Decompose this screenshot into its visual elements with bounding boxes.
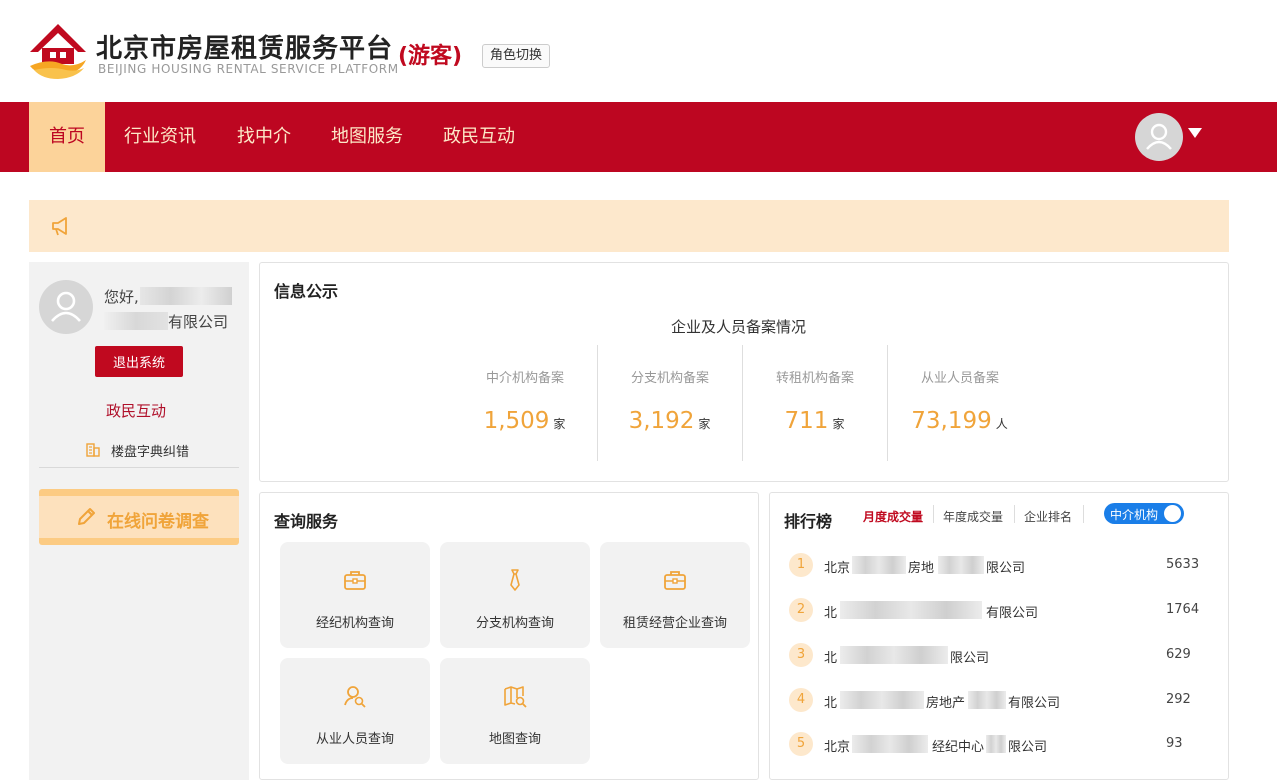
redacted-name	[840, 646, 948, 664]
nav-item-find-agent[interactable]: 找中介	[226, 102, 302, 172]
redacted-name	[840, 601, 982, 619]
rank-name-end: 有限公司	[986, 606, 1039, 621]
redacted-name	[968, 691, 1006, 709]
notice-bar	[29, 200, 1229, 252]
tile-label: 经纪机构查询	[315, 616, 394, 631]
nav-item-map-service[interactable]: 地图服务	[320, 102, 414, 172]
rank-number: 1	[789, 553, 813, 577]
tile-map-query[interactable]	[440, 658, 590, 764]
stat-label-sublease: 转租机构备案	[775, 371, 854, 386]
map-search-icon	[504, 686, 527, 708]
building-icon	[86, 443, 100, 457]
stat-divider	[887, 345, 888, 461]
tile-label: 从业人员查询	[315, 732, 394, 747]
role-switch-button[interactable]: 角色切换	[482, 44, 551, 68]
pencil-icon	[78, 508, 95, 525]
tab-divider	[1014, 505, 1015, 523]
online-survey-label: 在线问卷调查	[107, 512, 209, 532]
stat-value-agency: 1,509 家	[483, 408, 566, 434]
tie-icon	[510, 569, 520, 591]
rank-name-end: 限公司	[1008, 740, 1048, 755]
info-card-title: 信息公示	[274, 282, 339, 301]
tab-monthly-volume[interactable]: 月度成交量	[863, 508, 923, 525]
redacted-name	[938, 556, 984, 574]
main-nav: 首页 行业资讯 找中介 地图服务 政民互动	[0, 102, 1277, 172]
briefcase-icon	[664, 571, 686, 590]
stat-divider	[742, 345, 743, 461]
nav-item-home[interactable]: 首页	[29, 102, 105, 172]
greeting-text: 您好,	[104, 288, 139, 306]
tab-yearly-volume[interactable]: 年度成交量	[943, 508, 1003, 525]
tile-rental-enterprise-query[interactable]	[600, 542, 750, 648]
user-avatar-icon[interactable]	[1135, 113, 1183, 161]
stat-label-staff: 从业人员备案	[920, 371, 999, 386]
rank-name-end: 有限公司	[1008, 696, 1061, 711]
avatar	[39, 280, 93, 334]
tile-branch-query[interactable]	[440, 542, 590, 648]
tile-staff-query[interactable]	[280, 658, 430, 764]
rank-number: 3	[789, 643, 813, 667]
tile-label: 地图查询	[488, 732, 541, 747]
rank-value: 629	[1166, 647, 1191, 662]
redacted-name	[986, 735, 1006, 753]
tab-divider	[1083, 505, 1084, 523]
tile-label: 租赁经营企业查询	[622, 616, 727, 631]
tile-agency-query[interactable]	[280, 542, 430, 648]
agency-toggle-label: 中介机构	[1110, 508, 1159, 522]
stats-title: 企业及人员备案情况	[671, 318, 807, 336]
redacted-username	[140, 287, 232, 305]
nav-item-news[interactable]: 行业资讯	[112, 102, 208, 172]
rank-name-start: 北京	[824, 740, 851, 755]
rank-value: 93	[1166, 736, 1183, 751]
rank-name-start: 北	[824, 696, 838, 711]
page-header: 北京市房屋租赁服务平台 BEIJING HOUSING RENTAL SERVI…	[0, 0, 1277, 102]
nav-item-gov-interaction[interactable]: 政民互动	[432, 102, 526, 172]
briefcase-icon	[344, 571, 366, 590]
rank-name-start: 北	[824, 606, 838, 621]
stat-label-branch: 分支机构备案	[630, 371, 709, 386]
gov-interaction-link[interactable]: 政民互动	[106, 400, 166, 421]
rank-name-end: 限公司	[986, 561, 1026, 576]
caret-down-icon[interactable]	[1188, 128, 1202, 138]
brand-subtitle: BEIJING HOUSING RENTAL SERVICE PLATFORM	[98, 62, 399, 76]
building-dictionary-correction-link[interactable]: 楼盘字典纠错	[111, 441, 189, 460]
rank-name-start: 北	[824, 651, 838, 666]
logout-button[interactable]: 退出系统	[95, 346, 183, 377]
redacted-name	[840, 691, 924, 709]
rank-number: 5	[789, 732, 813, 756]
rank-value: 292	[1166, 692, 1191, 707]
tab-divider	[933, 505, 934, 523]
rank-name-mid: 房地产	[926, 696, 966, 711]
rank-name-mid: 经纪中心	[932, 740, 985, 755]
rank-name-mid: 房地	[908, 561, 935, 576]
stat-value-branch: 3,192 家	[628, 408, 711, 434]
stat-value-staff: 73,199 人	[911, 408, 1008, 434]
rank-name-start: 北京	[824, 561, 851, 576]
info-disclosure-card	[259, 262, 1229, 482]
rank-value: 1764	[1166, 602, 1200, 617]
person-search-icon	[344, 686, 366, 708]
company-suffix: 有限公司	[168, 313, 229, 331]
rank-value: 5633	[1166, 557, 1200, 572]
stat-value-sublease: 711 家	[784, 408, 845, 434]
divider	[39, 467, 239, 468]
redacted-name	[852, 556, 906, 574]
brand-title: 北京市房屋租赁服务平台	[96, 34, 394, 64]
ranking-title: 排行榜	[784, 512, 833, 531]
rank-name-end: 限公司	[950, 651, 990, 666]
redacted-company	[104, 312, 168, 330]
megaphone-icon	[52, 217, 67, 236]
house-hands-logo-icon[interactable]	[28, 22, 88, 80]
stat-label-agency: 中介机构备案	[485, 371, 564, 386]
tab-enterprise-ranking[interactable]: 企业排名	[1024, 508, 1072, 525]
toggle-knob[interactable]	[1164, 505, 1181, 522]
query-card-title: 查询服务	[274, 512, 339, 531]
redacted-name	[852, 735, 928, 753]
rank-number: 4	[789, 688, 813, 712]
role-tag: (游客)	[398, 44, 463, 69]
stat-divider	[597, 345, 598, 461]
rank-number: 2	[789, 598, 813, 622]
tile-label: 分支机构查询	[475, 616, 554, 631]
